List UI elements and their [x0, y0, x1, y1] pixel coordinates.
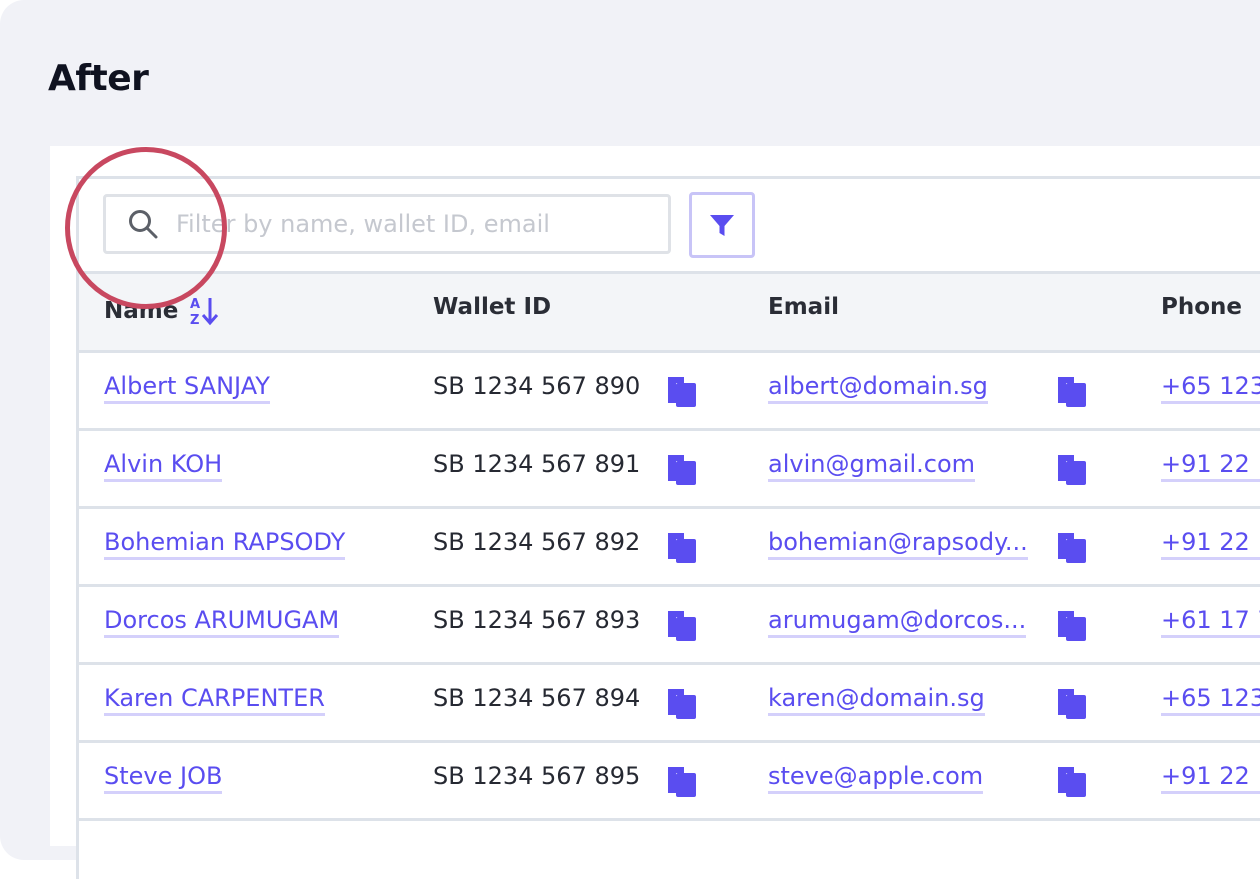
page-title: After [48, 58, 149, 99]
row-phone-link[interactable]: +91 22 1 [1161, 450, 1260, 482]
table-row: Dorcos ARUMUGAM SB 1234 567 893 arumugam@d… [79, 587, 1260, 665]
column-header-wallet: Wallet ID [433, 294, 552, 320]
svg-text:Z: Z [190, 313, 199, 328]
row-wallet-id: SB 1234 567 891 [433, 450, 641, 478]
row-email-link[interactable]: bohemian@rapsody... [768, 528, 1028, 560]
row-name-link[interactable]: Bohemian RAPSODY [104, 528, 346, 560]
copy-icon[interactable] [1056, 375, 1088, 409]
table-row: Alvin KOH SB 1234 567 891 alvin@gmail.com +… [79, 431, 1260, 509]
copy-icon[interactable] [666, 609, 698, 643]
column-header-name[interactable]: Name A Z [104, 294, 222, 328]
table-row: Steve JOB SB 1234 567 895 steve@apple.com +… [79, 743, 1260, 821]
copy-icon[interactable] [1056, 531, 1088, 565]
table-toolbar [79, 179, 1260, 274]
sort-az-icon[interactable]: A Z [188, 294, 222, 328]
svg-text:A: A [190, 297, 200, 312]
row-phone-link[interactable]: +91 22 1 [1161, 762, 1260, 794]
column-header-name-label: Name [104, 298, 179, 324]
row-wallet-id: SB 1234 567 894 [433, 684, 641, 712]
search-field[interactable] [103, 194, 671, 254]
copy-icon[interactable] [666, 375, 698, 409]
row-email-link[interactable]: steve@apple.com [768, 762, 984, 794]
row-email-link[interactable]: arumugam@dorcos... [768, 606, 1027, 638]
row-email-link[interactable]: alvin@gmail.com [768, 450, 975, 482]
copy-icon[interactable] [666, 453, 698, 487]
table-header: Name A Z Wallet ID Email Phone [79, 274, 1260, 353]
row-name-link[interactable]: Alvin KOH [104, 450, 223, 482]
row-wallet-id: SB 1234 567 893 [433, 606, 641, 634]
copy-icon[interactable] [1056, 765, 1088, 799]
row-wallet-id: SB 1234 567 895 [433, 762, 641, 790]
row-wallet-id: SB 1234 567 890 [433, 372, 641, 400]
column-header-email: Email [768, 294, 839, 320]
copy-icon[interactable] [1056, 453, 1088, 487]
row-phone-link[interactable]: +65 123 [1161, 372, 1260, 404]
row-name-link[interactable]: Dorcos ARUMUGAM [104, 606, 340, 638]
column-header-phone: Phone [1161, 294, 1243, 320]
table-row: Karen CARPENTER SB 1234 567 894 karen@doma… [79, 665, 1260, 743]
filter-button[interactable] [689, 192, 755, 258]
row-phone-link[interactable]: +61 17 7 [1161, 606, 1260, 638]
copy-icon[interactable] [666, 765, 698, 799]
row-name-link[interactable]: Steve JOB [104, 762, 223, 794]
row-phone-link[interactable]: +91 22 1 [1161, 528, 1260, 560]
copy-icon[interactable] [1056, 609, 1088, 643]
filter-icon [710, 215, 734, 236]
table-row: Bohemian RAPSODY SB 1234 567 892 bohemian@… [79, 509, 1260, 587]
copy-icon[interactable] [1056, 687, 1088, 721]
row-name-link[interactable]: Albert SANJAY [104, 372, 270, 404]
copy-icon[interactable] [666, 531, 698, 565]
data-table: Name A Z Wallet ID Email Phone Albert SA… [76, 176, 1260, 879]
row-name-link[interactable]: Karen CARPENTER [104, 684, 325, 716]
copy-icon[interactable] [666, 687, 698, 721]
row-wallet-id: SB 1234 567 892 [433, 528, 641, 556]
row-email-link[interactable]: karen@domain.sg [768, 684, 985, 716]
search-icon [129, 210, 158, 239]
search-input[interactable] [174, 209, 648, 239]
row-phone-link[interactable]: +65 123 [1161, 684, 1260, 716]
row-email-link[interactable]: albert@domain.sg [768, 372, 988, 404]
table-row: Albert SANJAY SB 1234 567 890 albert@domai… [79, 353, 1260, 431]
